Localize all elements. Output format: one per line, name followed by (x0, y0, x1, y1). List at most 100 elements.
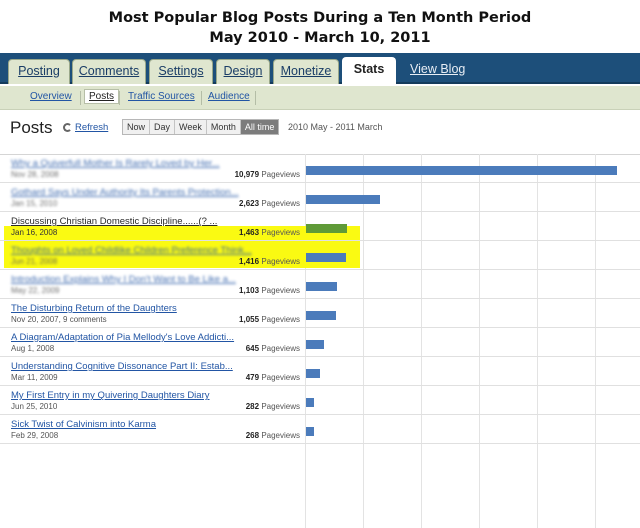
post-row: The Disturbing Return of the Daughters No… (0, 299, 640, 328)
pageview-bar (306, 166, 617, 175)
pageview-unit: Pageviews (261, 344, 300, 353)
post-row: Thoughts on Loved Childlike Children Pre… (0, 241, 640, 270)
pageview-unit: Pageviews (261, 431, 300, 440)
pageview-bar (306, 398, 314, 407)
post-pageviews: 645 Pageviews (160, 344, 300, 353)
pageview-count: 268 (245, 431, 260, 440)
pageview-unit: Pageviews (261, 170, 300, 179)
post-title-link[interactable]: Discussing Christian Domestic Discipline… (11, 216, 217, 227)
subnav-divider (119, 91, 120, 105)
range-month[interactable]: Month (207, 120, 241, 134)
post-date: Nov 20, 2007, 9 comments (11, 315, 107, 324)
post-date: Feb 29, 2008 (11, 431, 59, 440)
subtab-traffic-sources[interactable]: Traffic Sources (124, 90, 199, 103)
pageview-bar (306, 311, 336, 320)
tab-posting[interactable]: Posting (8, 59, 70, 84)
subnav-divider (255, 91, 256, 105)
post-title-link[interactable]: Sick Twist of Calvinism into Karma (11, 419, 156, 430)
post-title-link[interactable]: Gothard Says Under Authority Its Parents… (11, 187, 239, 198)
post-pageviews: 1,103 Pageviews (160, 286, 300, 295)
pageview-count: 645 (245, 344, 260, 353)
pageview-count: 10,979 (234, 170, 260, 179)
subtab-posts[interactable]: Posts (84, 89, 120, 104)
pageview-unit: Pageviews (261, 286, 300, 295)
post-title-link[interactable]: My First Entry in my Quivering Daughters… (11, 390, 210, 401)
pageview-bar (306, 340, 324, 349)
post-pageviews: 282 Pageviews (160, 402, 300, 411)
tab-monetize[interactable]: Monetize (273, 59, 339, 84)
range-all-time[interactable]: All time (240, 120, 279, 134)
tab-stats[interactable]: Stats (342, 57, 396, 86)
heading-subtitle: May 2010 - March 10, 2011 (209, 30, 431, 46)
tab-design[interactable]: Design (216, 59, 270, 84)
tab-comments[interactable]: Comments (72, 59, 146, 84)
range-now[interactable]: Now (123, 120, 151, 134)
post-row: A Diagram/Adaptation of Pia Mellody's Lo… (0, 328, 640, 357)
pageview-unit: Pageviews (261, 228, 300, 237)
main-tab-bar: Posting Comments Settings Design Monetiz… (0, 53, 640, 86)
time-range-selector: Now Day Week Month All time (122, 119, 280, 135)
posts-title: Posts (10, 118, 53, 137)
subtab-overview[interactable]: Overview (26, 90, 76, 103)
post-date: Jan 16, 2008 (11, 228, 58, 237)
date-range-label: 2010 May - 2011 March (288, 122, 383, 132)
post-date: Aug 1, 2008 (11, 344, 55, 353)
pageview-bar (306, 195, 380, 204)
post-date: Jun 21, 2008 (11, 257, 58, 266)
post-row: Gothard Says Under Authority Its Parents… (0, 183, 640, 212)
pageview-unit: Pageviews (261, 199, 300, 208)
post-row: Why a Quiverfull Mother Is Rarely Loved … (0, 154, 640, 183)
post-title-link[interactable]: Why a Quiverfull Mother Is Rarely Loved … (11, 158, 220, 169)
pageview-count: 1,055 (239, 315, 260, 324)
refresh-link[interactable]: Refresh (75, 122, 108, 133)
pageview-count: 1,103 (239, 286, 260, 295)
pageview-count: 2,623 (239, 199, 260, 208)
pageview-unit: Pageviews (261, 315, 300, 324)
post-pageviews: 10,979 Pageviews (160, 170, 300, 179)
pageview-bar (306, 369, 320, 378)
post-date: Jan 15, 2010 (11, 199, 58, 208)
pageview-count: 479 (245, 373, 260, 382)
refresh-icon[interactable] (63, 123, 72, 132)
post-date: May 22, 2009 (11, 286, 60, 295)
post-date: Nov 28, 2008 (11, 170, 59, 179)
range-week[interactable]: Week (175, 120, 207, 134)
post-title-link[interactable]: A Diagram/Adaptation of Pia Mellody's Lo… (11, 332, 234, 343)
post-date: Jun 25, 2010 (11, 402, 58, 411)
pageview-count: 1,463 (239, 228, 260, 237)
subtab-audience[interactable]: Audience (204, 90, 254, 103)
post-pageviews: 1,416 Pageviews (160, 257, 300, 266)
pageview-count: 282 (245, 402, 260, 411)
post-row: My First Entry in my Quivering Daughters… (0, 386, 640, 415)
post-pageviews: 1,463 Pageviews (160, 228, 300, 237)
pageview-count: 1,416 (239, 257, 260, 266)
post-title-link[interactable]: The Disturbing Return of the Daughters (11, 303, 177, 314)
subnav-divider (80, 91, 81, 105)
pageview-unit: Pageviews (261, 257, 300, 266)
post-row: Understanding Cognitive Dissonance Part … (0, 357, 640, 386)
pageview-bar (306, 282, 337, 291)
post-pageviews: 479 Pageviews (160, 373, 300, 382)
post-row: Discussing Christian Domestic Discipline… (0, 212, 640, 241)
post-title-link[interactable]: Thoughts on Loved Childlike Children Pre… (11, 245, 252, 256)
pageview-unit: Pageviews (261, 402, 300, 411)
heading-title: Most Popular Blog Posts During a Ten Mon… (108, 10, 532, 26)
post-row: Introduction Explains Why I Don't Want t… (0, 270, 640, 299)
post-pageviews: 2,623 Pageviews (160, 199, 300, 208)
pageview-bar (306, 224, 347, 233)
view-blog-link[interactable]: View Blog (410, 62, 465, 76)
post-title-link[interactable]: Understanding Cognitive Dissonance Part … (11, 361, 233, 372)
pageview-bar (306, 427, 314, 436)
range-day[interactable]: Day (150, 120, 176, 134)
posts-toolbar: Posts Refresh Now Day Week Month All tim… (0, 112, 640, 148)
subnav-divider (201, 91, 202, 105)
pageview-unit: Pageviews (261, 373, 300, 382)
post-row: Sick Twist of Calvinism into Karma Feb 29… (0, 415, 640, 444)
post-title-link[interactable]: Introduction Explains Why I Don't Want t… (11, 274, 236, 285)
post-date: Mar 11, 2009 (11, 373, 58, 382)
post-pageviews: 1,055 Pageviews (160, 315, 300, 324)
stats-sub-nav: Overview Posts Traffic Sources Audience (0, 86, 640, 110)
pageview-bar (306, 253, 346, 262)
tab-settings[interactable]: Settings (149, 59, 213, 84)
post-pageviews: 268 Pageviews (160, 431, 300, 440)
